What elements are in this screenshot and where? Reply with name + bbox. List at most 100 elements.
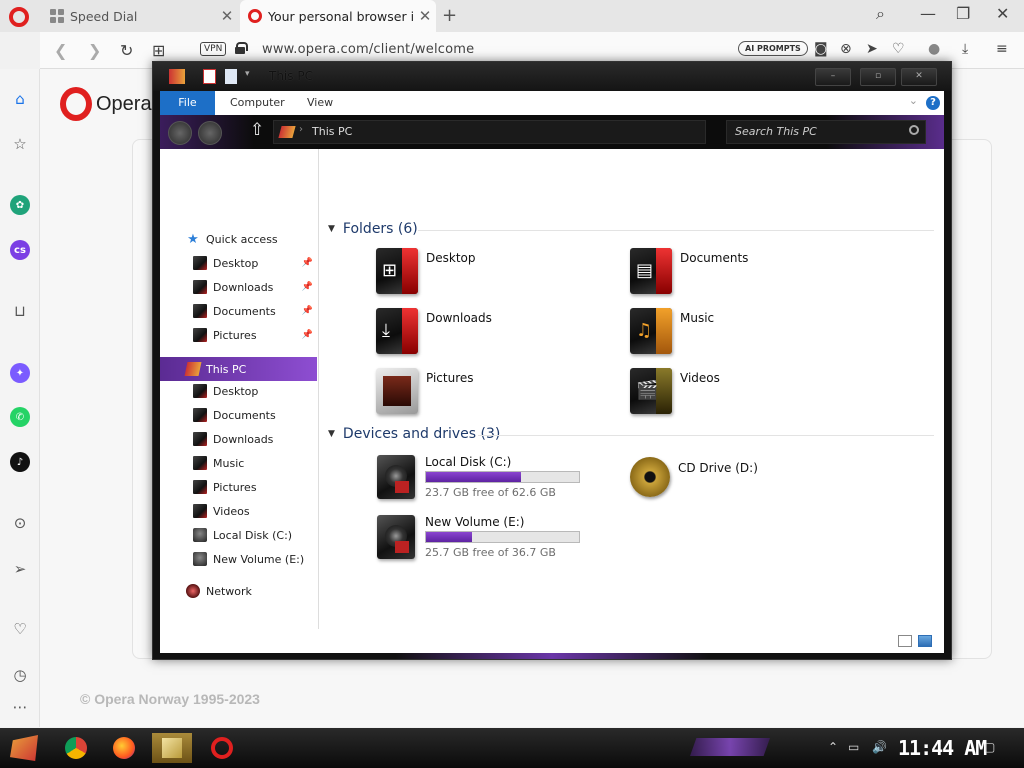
opera-menu-icon[interactable] bbox=[9, 7, 29, 27]
camera-icon[interactable]: ◙ bbox=[814, 41, 828, 57]
nav-quick-pictures[interactable]: Pictures 📌 bbox=[160, 323, 317, 347]
minimize-icon[interactable]: — bbox=[920, 4, 936, 23]
lock-icon[interactable] bbox=[235, 42, 248, 54]
folders-group-header[interactable]: ▼ Folders (6) bbox=[328, 221, 418, 237]
quick-access-toolbar-chevron-icon[interactable]: ▾ bbox=[245, 69, 253, 84]
expand-ribbon-icon[interactable]: ⌄ bbox=[909, 94, 918, 107]
explorer-title-bar[interactable]: ▾ This PC – ▫ ✕ bbox=[153, 62, 951, 91]
nav-quick-downloads[interactable]: Downloads 📌 bbox=[160, 275, 317, 299]
pin-icon[interactable]: 📌 bbox=[302, 306, 313, 316]
drive-cd-d[interactable]: CD Drive (D:) bbox=[630, 455, 850, 505]
start-button[interactable] bbox=[10, 735, 38, 761]
file-explorer-taskbar-button[interactable] bbox=[152, 733, 192, 763]
search-field[interactable]: Search This PC bbox=[726, 120, 926, 144]
ribbon-tab-file[interactable]: File bbox=[160, 91, 215, 115]
home-icon[interactable]: ⌂ bbox=[10, 89, 30, 109]
drive-local-disk-c[interactable]: Local Disk (C:) 23.7 GB free of 62.6 GB bbox=[377, 455, 597, 505]
ai-prompts-button[interactable]: AI PROMPTS bbox=[738, 41, 808, 56]
forward-icon[interactable]: ❯ bbox=[88, 41, 101, 60]
volume-icon[interactable]: 🔊 bbox=[872, 740, 887, 754]
folder-desktop[interactable]: ⊞ Desktop bbox=[376, 248, 576, 300]
collapse-chevron-icon[interactable]: ▼ bbox=[328, 429, 335, 439]
nav-this-pc[interactable]: This PC bbox=[160, 357, 317, 381]
explorer-forward-button[interactable] bbox=[198, 121, 222, 145]
chatgpt-icon[interactable]: ✿ bbox=[10, 195, 30, 215]
nav-pc-videos[interactable]: Videos bbox=[160, 499, 317, 523]
explorer-maximize-button[interactable]: ▫ bbox=[860, 68, 896, 86]
new-folder-icon[interactable] bbox=[225, 69, 237, 84]
folder-downloads[interactable]: ⤓ Downloads bbox=[376, 308, 576, 360]
help-icon[interactable]: ? bbox=[926, 96, 940, 110]
heart-sidebar-icon[interactable]: ♡ bbox=[10, 619, 30, 639]
tiktok-icon[interactable]: ♪ bbox=[10, 452, 30, 472]
notifications-icon[interactable]: ▢ bbox=[984, 740, 995, 754]
star-icon[interactable]: ☆ bbox=[10, 134, 30, 154]
profile-avatar-icon[interactable]: ● bbox=[928, 41, 940, 57]
explorer-minimize-button[interactable]: – bbox=[815, 68, 851, 86]
explorer-close-button[interactable]: ✕ bbox=[901, 68, 937, 86]
tab-speed-dial[interactable]: Speed Dial ✕ bbox=[42, 0, 238, 32]
player-icon[interactable]: ⊙ bbox=[10, 513, 30, 533]
nav-pc-music[interactable]: Music bbox=[160, 451, 317, 475]
explorer-back-button[interactable] bbox=[168, 121, 192, 145]
drives-group-header[interactable]: ▼ Devices and drives (3) bbox=[328, 426, 500, 442]
nav-pc-documents[interactable]: Documents bbox=[160, 403, 317, 427]
block-ads-icon[interactable]: ⊗ bbox=[840, 41, 852, 57]
restore-icon[interactable]: ❐ bbox=[956, 4, 970, 23]
nav-quick-documents[interactable]: Documents 📌 bbox=[160, 299, 317, 323]
messenger-icon[interactable]: ✦ bbox=[10, 363, 30, 383]
send-icon[interactable]: ➤ bbox=[866, 41, 878, 57]
drive-new-volume-e[interactable]: New Volume (E:) 25.7 GB free of 36.7 GB bbox=[377, 515, 597, 565]
ribbon-tab-computer[interactable]: Computer bbox=[230, 91, 285, 115]
large-icons-view-icon[interactable] bbox=[918, 635, 932, 647]
chatsonic-icon[interactable]: cs bbox=[10, 240, 30, 260]
breadcrumb-this-pc[interactable]: This PC bbox=[312, 125, 352, 138]
opera-taskbar-button[interactable] bbox=[202, 733, 242, 763]
show-hidden-icons-icon[interactable]: ⌃ bbox=[828, 740, 838, 754]
nav-pc-new-volume-e[interactable]: New Volume (E:) bbox=[160, 547, 317, 571]
search-icon[interactable] bbox=[909, 125, 919, 135]
vpn-badge[interactable]: VPN bbox=[200, 42, 227, 56]
send-flow-icon[interactable]: ➢ bbox=[10, 559, 30, 579]
chevron-right-icon[interactable]: › bbox=[299, 124, 303, 135]
speed-dial-grid-icon[interactable]: ⊞ bbox=[152, 41, 165, 60]
nav-pc-pictures[interactable]: Pictures bbox=[160, 475, 317, 499]
history-icon[interactable]: ◷ bbox=[10, 665, 30, 685]
firefox-taskbar-button[interactable] bbox=[104, 733, 144, 763]
new-tab-icon[interactable]: + bbox=[442, 5, 457, 26]
pin-icon[interactable]: 📌 bbox=[302, 258, 313, 268]
nav-network[interactable]: Network bbox=[160, 579, 317, 603]
folder-music[interactable]: ♫ Music bbox=[630, 308, 830, 360]
whatsapp-icon[interactable]: ✆ bbox=[10, 407, 30, 427]
pin-icon[interactable]: 📌 bbox=[302, 282, 313, 292]
close-window-icon[interactable]: ✕ bbox=[996, 4, 1009, 23]
nav-pc-local-disk-c[interactable]: Local Disk (C:) bbox=[160, 523, 317, 547]
close-tab-icon[interactable]: ✕ bbox=[414, 7, 436, 25]
details-view-icon[interactable] bbox=[898, 635, 912, 647]
ribbon-tab-view[interactable]: View bbox=[307, 91, 333, 115]
chrome-taskbar-button[interactable] bbox=[56, 733, 96, 763]
nav-quick-access[interactable]: ★ Quick access bbox=[160, 227, 317, 251]
shopping-bag-icon[interactable]: ⊔ bbox=[10, 301, 30, 321]
clock[interactable]: 11:44 AM bbox=[898, 736, 987, 760]
collapse-chevron-icon[interactable]: ▼ bbox=[328, 224, 335, 234]
close-tab-icon[interactable]: ✕ bbox=[216, 7, 238, 25]
download-icon[interactable]: ⤓ bbox=[962, 41, 968, 57]
up-level-icon[interactable]: ⇧ bbox=[250, 120, 264, 140]
properties-icon[interactable] bbox=[203, 69, 216, 84]
folder-videos[interactable]: 🎬 Videos bbox=[630, 368, 830, 420]
nav-quick-desktop[interactable]: Desktop 📌 bbox=[160, 251, 317, 275]
heart-icon[interactable]: ♡ bbox=[892, 41, 905, 57]
more-icon[interactable]: ⋯ bbox=[10, 697, 30, 717]
tab-opera-welcome[interactable]: Your personal browser is ✕ bbox=[240, 0, 436, 32]
url-field[interactable]: www.opera.com/client/welcome bbox=[262, 42, 474, 57]
search-tabs-icon[interactable]: ⌕ bbox=[876, 4, 885, 24]
network-tray-icon[interactable]: ▭ bbox=[848, 740, 859, 754]
nav-pc-downloads[interactable]: Downloads bbox=[160, 427, 317, 451]
menu-icon[interactable]: ≡ bbox=[996, 41, 1008, 57]
back-icon[interactable]: ❮ bbox=[54, 41, 67, 60]
folder-pictures[interactable]: Pictures bbox=[376, 368, 576, 420]
pin-icon[interactable]: 📌 bbox=[302, 330, 313, 340]
folder-documents[interactable]: ▤ Documents bbox=[630, 248, 830, 300]
address-breadcrumb[interactable]: › This PC bbox=[273, 120, 706, 144]
